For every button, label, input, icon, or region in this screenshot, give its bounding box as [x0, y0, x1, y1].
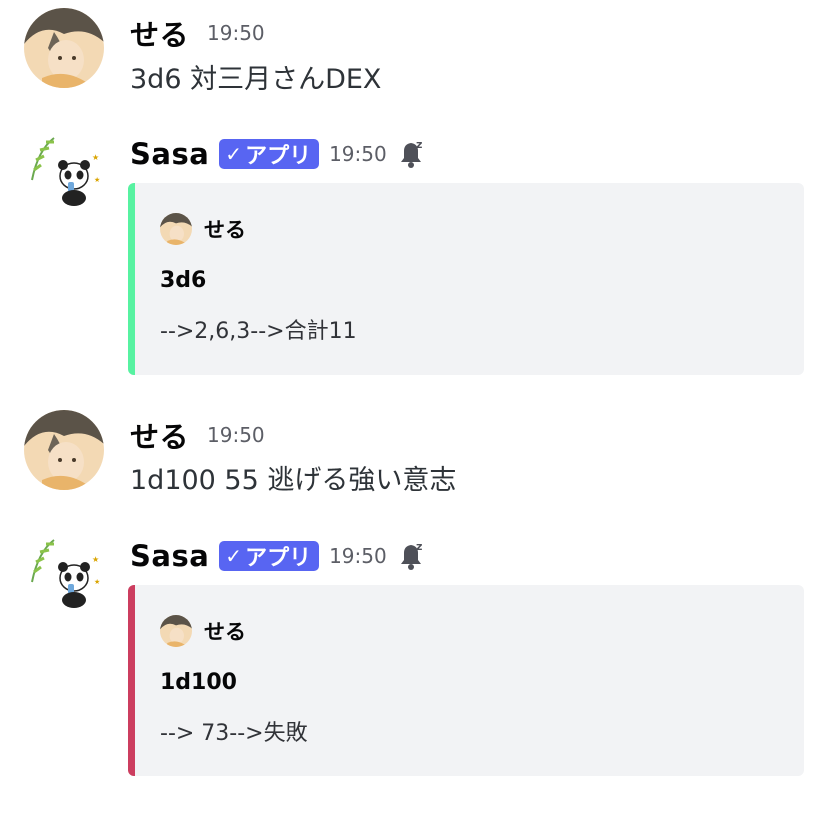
checkmark-icon: ✓	[225, 142, 243, 166]
embed-author-avatar	[160, 615, 192, 647]
dice-embed: せる 1d100 --> 73-->失敗	[128, 585, 804, 776]
timestamp: 19:50	[329, 544, 387, 568]
bot-avatar[interactable]: ★ ★	[24, 130, 104, 210]
user-avatar[interactable]	[24, 410, 104, 490]
badge-label: アプリ	[245, 546, 312, 571]
svg-text:★: ★	[92, 555, 99, 564]
username[interactable]: せる	[130, 414, 189, 456]
timestamp: 19:50	[207, 21, 265, 45]
svg-text:★: ★	[94, 176, 100, 184]
svg-text:z: z	[416, 138, 422, 151]
embed-author-name: せる	[204, 218, 246, 242]
dice-embed: せる 3d6 -->2,6,3-->合計11	[128, 183, 804, 375]
embed-color-bar	[128, 183, 135, 375]
embed-author-name: せる	[204, 620, 246, 644]
embed-description: -->2,6,3-->合計11	[160, 319, 357, 344]
svg-text:★: ★	[92, 153, 99, 162]
checkmark-icon: ✓	[225, 544, 243, 568]
app-badge: ✓ アプリ	[219, 139, 320, 169]
embed-author-avatar	[160, 213, 192, 245]
bot-username[interactable]: Sasa	[130, 137, 209, 171]
embed-title: 1d100	[160, 670, 237, 695]
embed-description: --> 73-->失敗	[160, 721, 308, 746]
message-text: 3d6 対三月さんDEX	[130, 64, 382, 95]
username[interactable]: せる	[130, 12, 189, 54]
embed-author[interactable]: せる	[160, 615, 246, 647]
bot-avatar[interactable]: ★ ★	[24, 532, 104, 612]
bot-username[interactable]: Sasa	[130, 539, 209, 573]
svg-text:z: z	[416, 540, 422, 553]
svg-text:★: ★	[94, 578, 100, 586]
user-avatar[interactable]	[24, 8, 104, 88]
embed-author[interactable]: せる	[160, 213, 246, 245]
bell-sleep-icon: z	[400, 138, 422, 168]
embed-color-bar	[128, 585, 135, 776]
embed-title: 3d6	[160, 268, 207, 293]
bell-sleep-icon: z	[400, 540, 422, 570]
app-badge: ✓ アプリ	[219, 541, 320, 571]
message-text: 1d100 55 逃げる強い意志	[130, 465, 457, 496]
badge-label: アプリ	[245, 144, 312, 169]
timestamp: 19:50	[207, 423, 265, 447]
timestamp: 19:50	[329, 142, 387, 166]
